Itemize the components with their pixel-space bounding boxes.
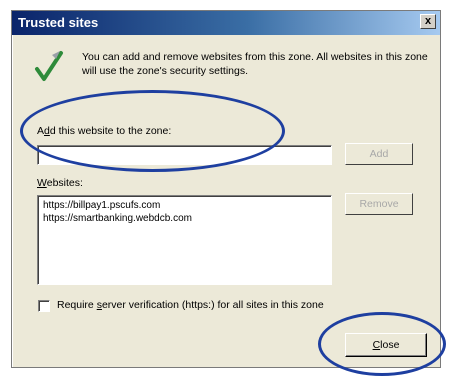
checkmark-pen-icon bbox=[35, 51, 63, 81]
add-button[interactable]: Add bbox=[345, 143, 413, 165]
trusted-sites-dialog: Trusted sites x You can add and remove w… bbox=[11, 10, 441, 368]
add-website-input[interactable] bbox=[37, 145, 332, 165]
title-bar: Trusted sites x bbox=[12, 11, 440, 35]
close-button[interactable]: Close bbox=[345, 333, 427, 357]
dialog-title: Trusted sites bbox=[18, 15, 99, 30]
remove-button[interactable]: Remove bbox=[345, 193, 413, 215]
websites-list[interactable]: https://billpay1.pscufs.com https://smar… bbox=[37, 195, 332, 285]
add-website-label: Add this website to the zone: bbox=[37, 125, 172, 137]
require-verification-checkbox[interactable] bbox=[38, 300, 50, 312]
websites-label: Websites: bbox=[37, 177, 83, 189]
zone-info-text: You can add and remove websites from thi… bbox=[82, 51, 428, 77]
website-item-2[interactable]: https://smartbanking.webdcb.com bbox=[43, 212, 326, 225]
require-verification-label: Require server verification (https:) for… bbox=[57, 299, 324, 311]
close-window-button[interactable]: x bbox=[420, 14, 436, 29]
website-item-1[interactable]: https://billpay1.pscufs.com bbox=[43, 199, 326, 212]
